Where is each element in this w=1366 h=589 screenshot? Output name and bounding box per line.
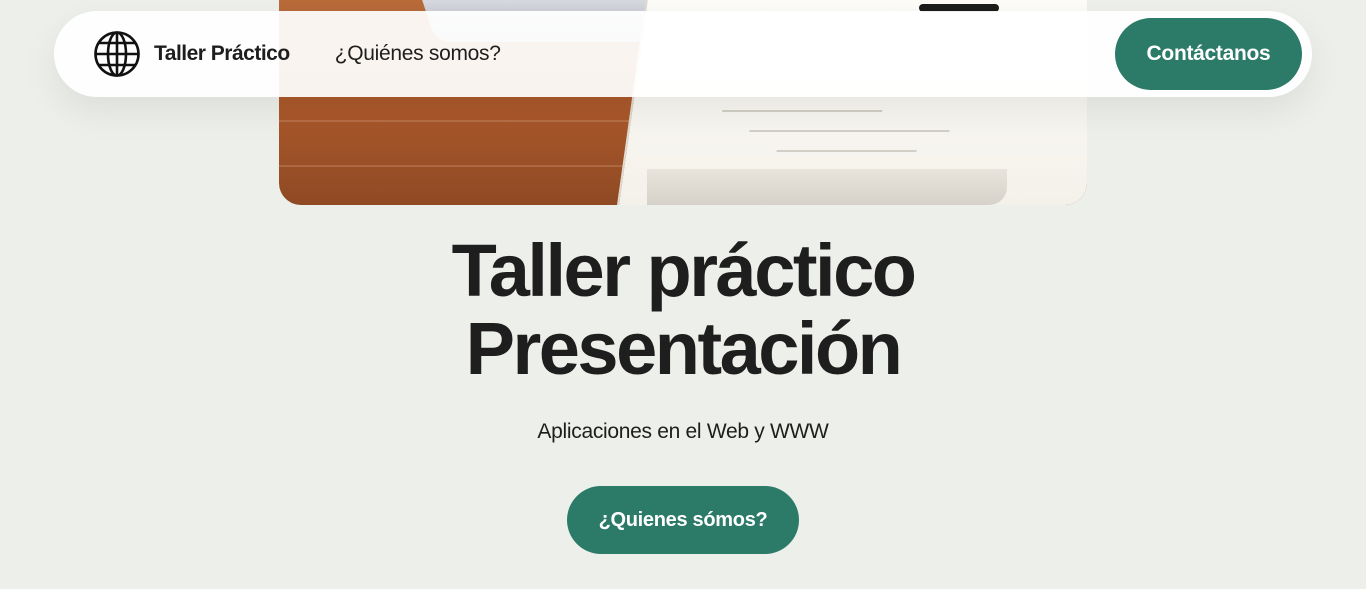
globe-icon	[94, 31, 140, 77]
notebook-edge	[647, 169, 1007, 205]
nav-link-about[interactable]: ¿Quiénes somos?	[335, 42, 501, 66]
contact-button[interactable]: Contáctanos	[1115, 18, 1302, 90]
notebook-line	[776, 150, 917, 152]
hero-title: Taller práctico Presentación	[0, 232, 1366, 388]
brand-link[interactable]: Taller Práctico	[93, 30, 290, 78]
brand-name: Taller Práctico	[154, 42, 290, 65]
notebook-line	[749, 130, 950, 132]
about-button[interactable]: ¿Quienes sómos?	[567, 486, 799, 554]
page: Taller Práctico ¿Quiénes somos? Contácta…	[0, 0, 1366, 589]
notebook-line	[722, 110, 883, 112]
hero-title-line-1: Taller práctico	[451, 229, 917, 312]
navbar: Taller Práctico ¿Quiénes somos? Contácta…	[54, 11, 1312, 97]
hero-subtitle: Aplicaciones en el Web y WWW	[537, 420, 829, 443]
hero-title-line-2: Presentación	[465, 307, 903, 390]
